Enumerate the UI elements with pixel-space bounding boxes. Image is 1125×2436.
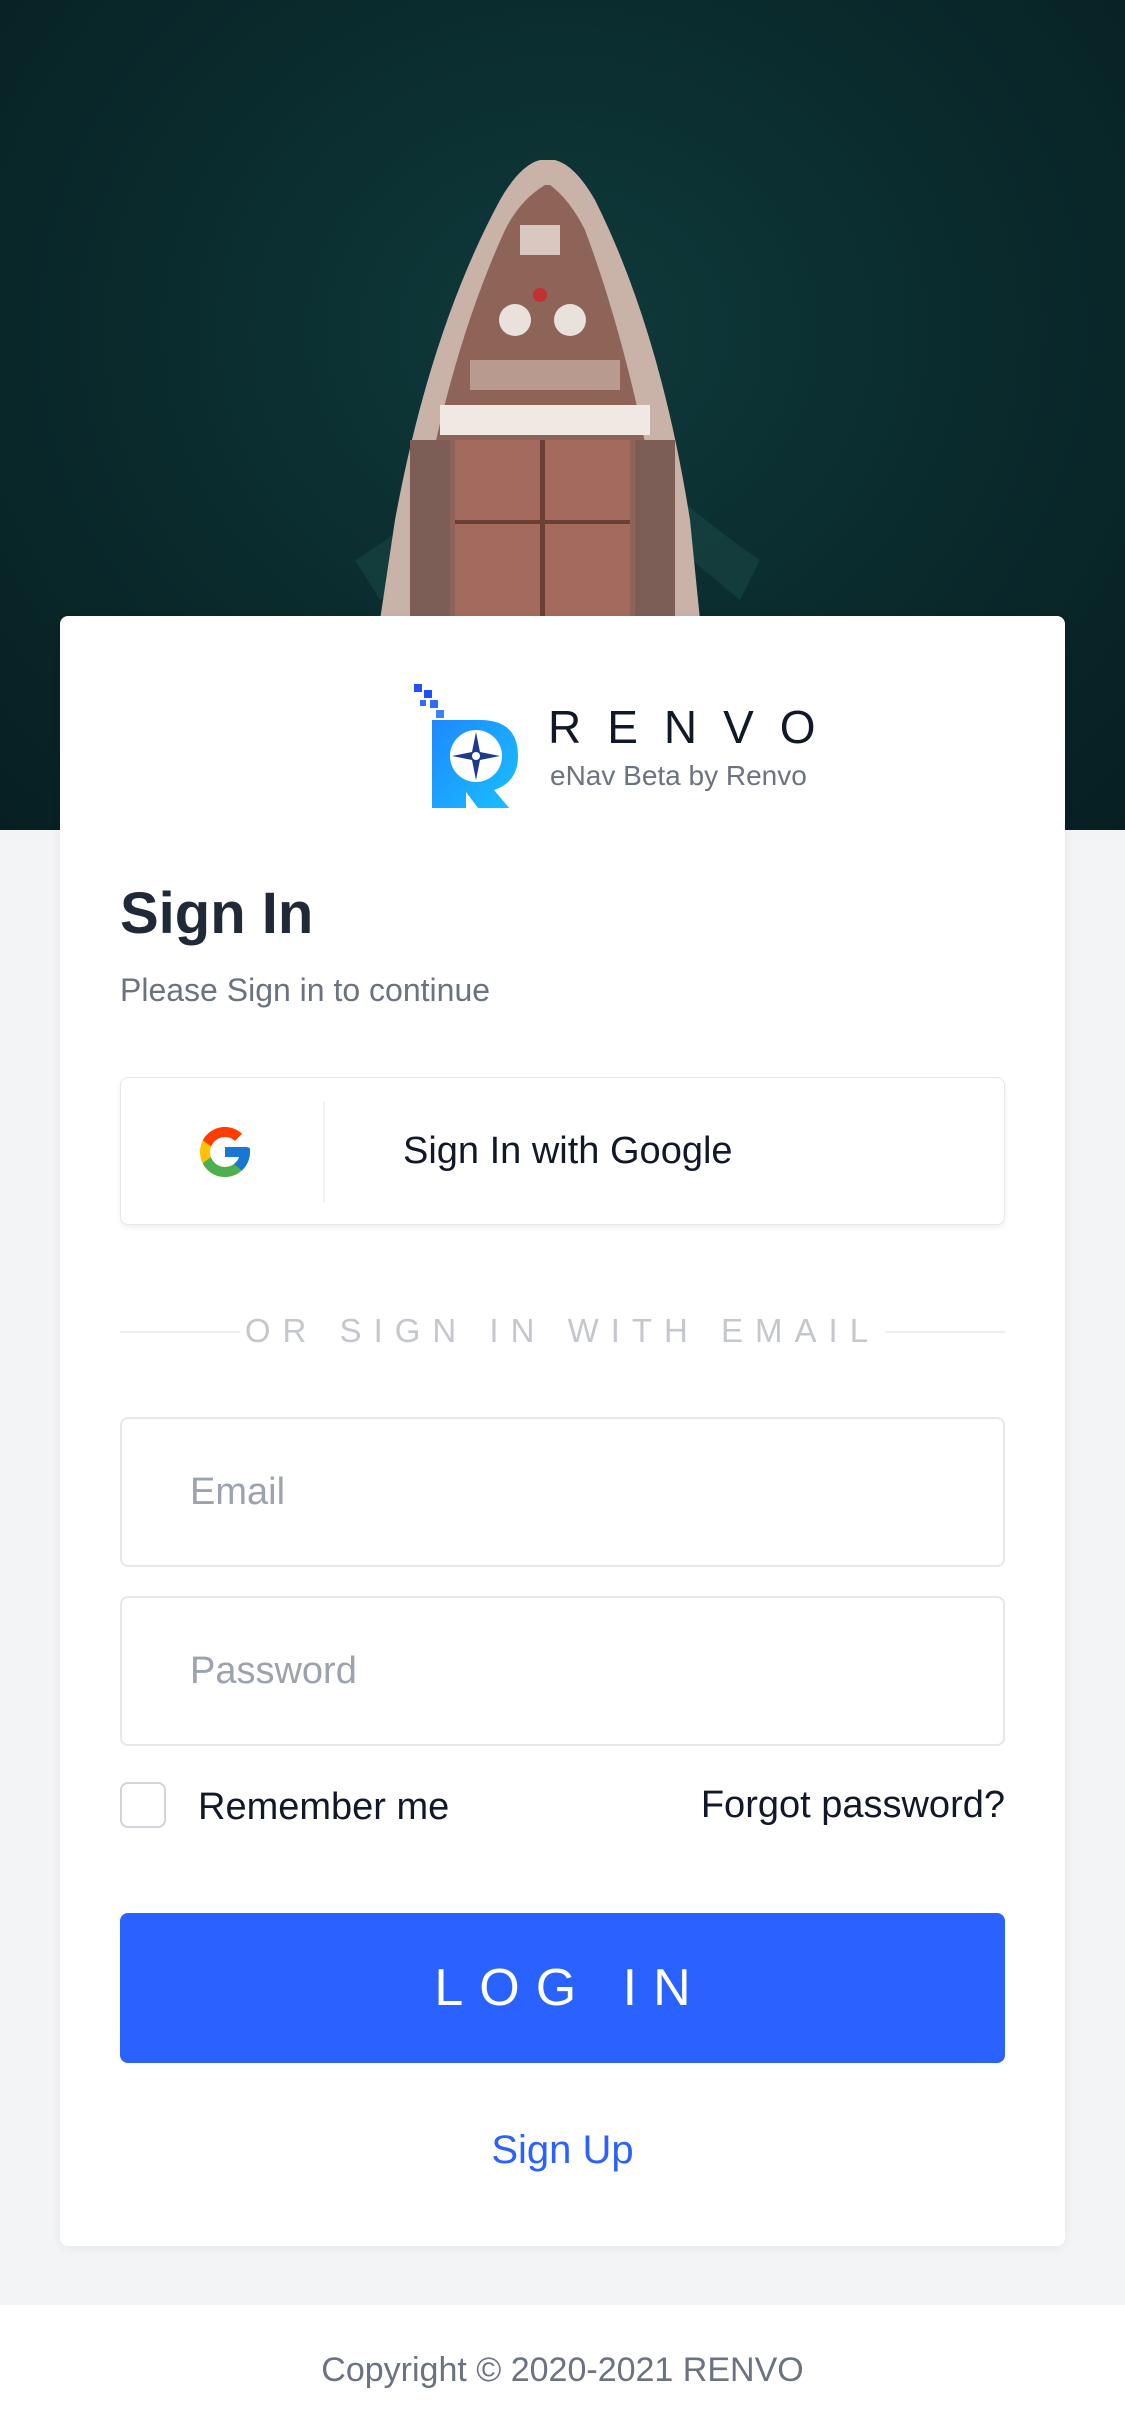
or-divider: OR SIGN IN WITH EMAIL xyxy=(120,1306,1005,1356)
remember-me-checkbox[interactable] xyxy=(120,1782,166,1828)
google-button-label: Sign In with Google xyxy=(403,1130,733,1172)
signup-link[interactable]: Sign Up xyxy=(60,2128,1065,2173)
page-title: Sign In xyxy=(120,881,314,946)
brand-tagline: eNav Beta by Renvo xyxy=(550,760,807,791)
brand-logo: RENVO eNav Beta by Renvo xyxy=(410,678,840,808)
google-icon xyxy=(200,1127,250,1177)
google-signin-button[interactable]: Sign In with Google xyxy=(120,1077,1005,1225)
divider-line-right xyxy=(885,1331,1005,1333)
remember-me-label[interactable]: Remember me xyxy=(198,1786,449,1829)
brand-name: RENVO xyxy=(548,701,842,753)
or-divider-text: OR SIGN IN WITH EMAIL xyxy=(244,1312,881,1349)
google-button-divider xyxy=(323,1102,325,1202)
email-field[interactable] xyxy=(120,1417,1005,1567)
forgot-password-link[interactable]: Forgot password? xyxy=(701,1784,1005,1827)
login-button[interactable]: LOG IN xyxy=(120,1913,1005,2063)
page-subtitle: Please Sign in to continue xyxy=(120,972,491,1008)
renvo-logo-icon xyxy=(414,684,518,808)
copyright-text: Copyright © 2020-2021 RENVO xyxy=(321,2351,804,2389)
signin-card: RENVO eNav Beta by Renvo Sign In Please … xyxy=(60,616,1065,2246)
footer: Copyright © 2020-2021 RENVO xyxy=(0,2305,1125,2436)
password-field[interactable] xyxy=(120,1596,1005,1746)
